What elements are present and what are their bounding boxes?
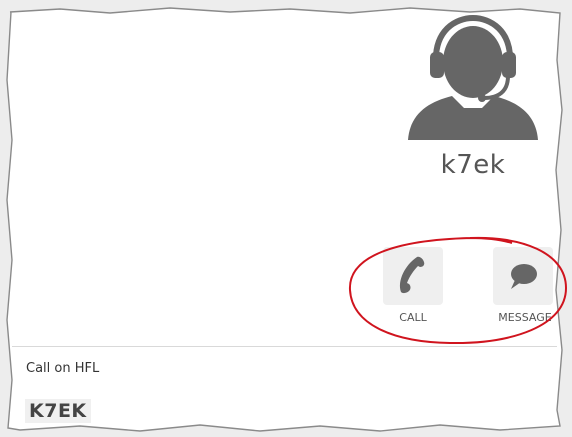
- contact-username: k7ek: [440, 150, 506, 180]
- speech-bubble-icon: [511, 264, 537, 289]
- user-headset-icon: [408, 14, 538, 140]
- call-section-heading: Call on HFL: [26, 361, 100, 376]
- callsign-value[interactable]: K7EK: [25, 399, 91, 423]
- message-button-label: MESSAGE: [498, 311, 552, 324]
- call-button[interactable]: [383, 247, 443, 305]
- message-button[interactable]: [493, 247, 553, 305]
- contact-panel: k7ek CALL MESSAGE Call on HFL K7EK: [0, 0, 572, 437]
- section-divider: [12, 346, 557, 347]
- call-button-label: CALL: [399, 311, 427, 324]
- phone-icon: [399, 256, 425, 294]
